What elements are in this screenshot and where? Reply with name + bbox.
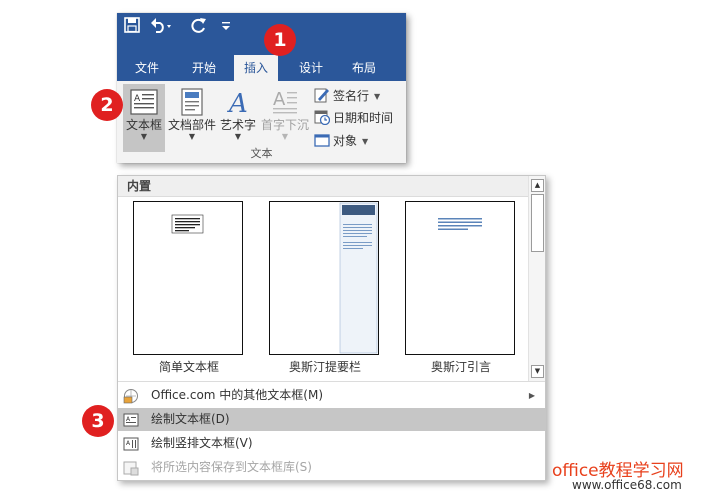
chevron-down-icon: ▼ [374, 92, 381, 101]
tab-insert[interactable]: 插入 [234, 55, 278, 81]
wordart-icon: A [227, 89, 248, 116]
svg-text:A: A [273, 89, 286, 110]
menu-item-save-selection[interactable]: 将所选内容保存到文本框库(S) [118, 456, 545, 479]
ribbon-window: 文件 开始 插入 设计 布局 A 文本框 ▼ 文档部件 ▼ A 艺术字 ▼ A … [117, 13, 406, 163]
draw-textbox-icon: A [123, 413, 139, 427]
gallery-item-label: 奥斯汀引言 [430, 360, 491, 374]
date-time-button[interactable]: 日期和时间 [314, 107, 393, 129]
chevron-down-icon: ▼ [188, 132, 196, 141]
menu-item-label: 绘制文本框(D) [151, 412, 230, 426]
menu-item-label: 绘制竖排文本框(V) [151, 436, 253, 450]
thumbnail-austin-sidebar [269, 201, 379, 355]
ribbon-tabs: 文件 开始 插入 设计 布局 [117, 43, 406, 81]
signature-line-button[interactable]: 签名行 ▼ [314, 85, 380, 107]
gallery-item-simple-textbox[interactable]: 简单文本框 [133, 201, 245, 376]
scroll-up-icon[interactable]: ▲ [531, 179, 544, 192]
signature-line-icon [314, 88, 329, 103]
text-group: A 文本框 ▼ 文档部件 ▼ A 艺术字 ▼ A 首字下沉 ▼ 签名行 ▼ 日期… [117, 81, 406, 163]
thumbnail-simple-textbox [133, 201, 243, 355]
menu-item-label: Office.com 中的其他文本框(M) [151, 388, 324, 402]
vertical-textbox-icon: A [123, 437, 139, 451]
gallery-header: 内置 [118, 176, 528, 197]
thumbnail-austin-quote [405, 201, 515, 355]
tab-file[interactable]: 文件 [126, 57, 168, 81]
svg-text:A: A [134, 94, 141, 104]
gallery-scrollbar[interactable]: ▲ ▼ [528, 176, 545, 381]
undo-icon[interactable] [150, 17, 172, 38]
date-time-icon [314, 110, 330, 125]
chevron-right-icon: ▶ [528, 391, 535, 400]
quick-parts-icon [181, 88, 203, 116]
svg-text:A: A [227, 89, 248, 116]
step-badge-3: 3 [82, 405, 114, 437]
menu-item-draw-textbox[interactable]: A 绘制文本框(D) [118, 408, 545, 431]
save-selection-icon [123, 461, 139, 476]
menu-item-more-textboxes[interactable]: Office.com 中的其他文本框(M) ▶ [118, 384, 545, 407]
save-icon[interactable] [124, 17, 140, 38]
watermark-url: www.office68.com [572, 478, 682, 492]
scroll-thumb[interactable] [531, 194, 544, 252]
menu-item-draw-vertical-textbox[interactable]: A 绘制竖排文本框(V) [118, 432, 545, 455]
group-label: 文本 [250, 147, 273, 160]
office-com-icon [123, 389, 138, 404]
textbox-gallery: 内置 ▲ ▼ 简单文本框 奥斯汀提要栏 奥斯汀引言 Office.com 中的其… [117, 175, 546, 481]
step-badge-1: 1 [264, 24, 296, 56]
gallery-item-label: 奥斯汀提要栏 [288, 360, 361, 374]
textbox-button[interactable]: A 文本框 ▼ [123, 84, 165, 152]
gallery-item-label: 简单文本框 [158, 360, 219, 374]
redo-icon[interactable] [191, 17, 207, 38]
drop-cap-button[interactable]: A 首字下沉 ▼ [259, 84, 311, 152]
gallery-item-austin-quote[interactable]: 奥斯汀引言 [405, 201, 517, 376]
textbox-label: 文本框 [125, 118, 162, 132]
drop-cap-icon: A [273, 89, 297, 114]
step-badge-2: 2 [91, 89, 123, 121]
scroll-down-icon[interactable]: ▼ [531, 365, 544, 378]
quick-access-toolbar [117, 13, 406, 43]
textbox-icon: A [130, 89, 158, 115]
wordart-label: 艺术字 [219, 118, 256, 132]
tab-layout[interactable]: 布局 [343, 57, 385, 81]
customize-icon[interactable] [221, 17, 231, 41]
drop-cap-label: 首字下沉 [260, 118, 309, 132]
tab-home[interactable]: 开始 [183, 57, 225, 81]
gallery-item-austin-sidebar[interactable]: 奥斯汀提要栏 [269, 201, 381, 376]
wordart-button[interactable]: A 艺术字 ▼ [219, 84, 257, 152]
tab-design[interactable]: 设计 [290, 57, 332, 81]
chevron-down-icon: ▼ [234, 132, 242, 141]
menu-item-label: 将所选内容保存到文本框库(S) [151, 460, 312, 474]
chevron-down-icon: ▼ [281, 132, 289, 141]
menu-divider [118, 381, 545, 382]
quick-parts-label: 文档部件 [167, 118, 216, 132]
chevron-down-icon: ▼ [140, 132, 148, 141]
date-time-label: 日期和时间 [333, 111, 394, 125]
quick-parts-button[interactable]: 文档部件 ▼ [167, 84, 217, 152]
signature-line-label: 签名行 [333, 89, 370, 103]
